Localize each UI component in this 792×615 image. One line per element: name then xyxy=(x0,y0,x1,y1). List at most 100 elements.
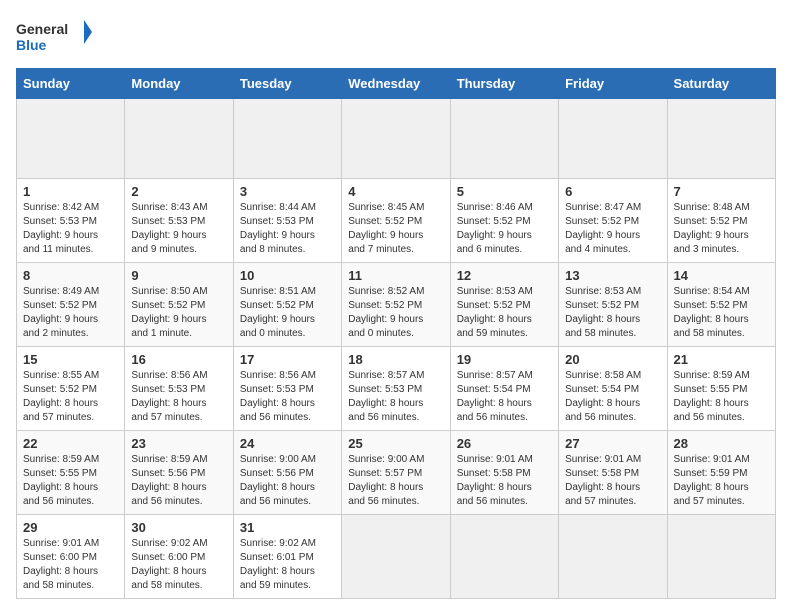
col-saturday: Saturday xyxy=(667,69,775,99)
calendar-cell: 15Sunrise: 8:55 AM Sunset: 5:52 PM Dayli… xyxy=(17,347,125,431)
col-wednesday: Wednesday xyxy=(342,69,450,99)
calendar-cell: 3 Sunrise: 8:44 AM Sunset: 5:53 PM Daylig… xyxy=(233,179,341,263)
col-tuesday: Tuesday xyxy=(233,69,341,99)
calendar-cell: 26 Sunrise: 9:01 AM Sunset: 5:58 PM Dayli… xyxy=(450,431,558,515)
calendar-cell: 18 Sunrise: 8:57 AM Sunset: 5:53 PM Dayli… xyxy=(342,347,450,431)
col-monday: Monday xyxy=(125,69,233,99)
calendar-cell xyxy=(450,99,558,179)
calendar-cell xyxy=(667,515,775,599)
calendar-cell xyxy=(233,99,341,179)
calendar-cell xyxy=(125,99,233,179)
day-number: 7 xyxy=(674,184,769,199)
day-info: Sunrise: 8:47 AM Sunset: 5:52 PM Dayligh… xyxy=(565,201,660,257)
calendar-cell: 14Sunrise: 8:54 AM Sunset: 5:52 PM Dayli… xyxy=(667,263,775,347)
day-info: Sunrise: 8:56 AM Sunset: 5:53 PM Dayligh… xyxy=(240,369,335,425)
calendar-week-2: 1 Sunrise: 8:42 AM Sunset: 5:53 PM Daylig… xyxy=(17,179,776,263)
day-info: Sunrise: 8:48 AM Sunset: 5:52 PM Dayligh… xyxy=(674,201,769,257)
calendar-cell xyxy=(559,515,667,599)
day-info: Sunrise: 8:43 AM Sunset: 5:53 PM Dayligh… xyxy=(131,201,226,257)
day-info: Sunrise: 9:00 AM Sunset: 5:56 PM Dayligh… xyxy=(240,453,335,509)
calendar-cell xyxy=(559,99,667,179)
calendar-cell: 30 Sunrise: 9:02 AM Sunset: 6:00 PM Dayli… xyxy=(125,515,233,599)
calendar-cell: 28 Sunrise: 9:01 AM Sunset: 5:59 PM Dayli… xyxy=(667,431,775,515)
col-thursday: Thursday xyxy=(450,69,558,99)
col-friday: Friday xyxy=(559,69,667,99)
day-number: 26 xyxy=(457,436,552,451)
day-info: Sunrise: 8:57 AM Sunset: 5:53 PM Dayligh… xyxy=(348,369,443,425)
day-info: Sunrise: 8:51 AM Sunset: 5:52 PM Dayligh… xyxy=(240,285,335,341)
day-number: 18 xyxy=(348,352,443,367)
day-number: 9 xyxy=(131,268,226,283)
day-info: Sunrise: 9:01 AM Sunset: 5:58 PM Dayligh… xyxy=(457,453,552,509)
calendar-cell: 10 Sunrise: 8:51 AM Sunset: 5:52 PM Dayli… xyxy=(233,263,341,347)
calendar-cell: 27 Sunrise: 9:01 AM Sunset: 5:58 PM Dayli… xyxy=(559,431,667,515)
day-info: Sunrise: 8:53 AM Sunset: 5:52 PM Dayligh… xyxy=(565,285,660,341)
calendar-cell: 17Sunrise: 8:56 AM Sunset: 5:53 PM Dayli… xyxy=(233,347,341,431)
calendar-cell: 21Sunrise: 8:59 AM Sunset: 5:55 PM Dayli… xyxy=(667,347,775,431)
day-number: 28 xyxy=(674,436,769,451)
day-info: Sunrise: 9:01 AM Sunset: 5:58 PM Dayligh… xyxy=(565,453,660,509)
day-number: 1 xyxy=(23,184,118,199)
day-info: Sunrise: 8:59 AM Sunset: 5:55 PM Dayligh… xyxy=(23,453,118,509)
day-number: 3 xyxy=(240,184,335,199)
day-info: Sunrise: 8:57 AM Sunset: 5:54 PM Dayligh… xyxy=(457,369,552,425)
calendar-cell: 20 Sunrise: 8:58 AM Sunset: 5:54 PM Dayli… xyxy=(559,347,667,431)
calendar-cell: 24Sunrise: 9:00 AM Sunset: 5:56 PM Dayli… xyxy=(233,431,341,515)
calendar-cell: 6 Sunrise: 8:47 AM Sunset: 5:52 PM Daylig… xyxy=(559,179,667,263)
logo: General Blue xyxy=(16,16,96,56)
day-number: 20 xyxy=(565,352,660,367)
day-info: Sunrise: 8:50 AM Sunset: 5:52 PM Dayligh… xyxy=(131,285,226,341)
calendar-cell: 22Sunrise: 8:59 AM Sunset: 5:55 PM Dayli… xyxy=(17,431,125,515)
calendar-week-5: 22Sunrise: 8:59 AM Sunset: 5:55 PM Dayli… xyxy=(17,431,776,515)
calendar-table: Sunday Monday Tuesday Wednesday Thursday… xyxy=(16,68,776,599)
header-row: Sunday Monday Tuesday Wednesday Thursday… xyxy=(17,69,776,99)
day-info: Sunrise: 8:54 AM Sunset: 5:52 PM Dayligh… xyxy=(674,285,769,341)
col-sunday: Sunday xyxy=(17,69,125,99)
day-info: Sunrise: 9:01 AM Sunset: 5:59 PM Dayligh… xyxy=(674,453,769,509)
day-number: 25 xyxy=(348,436,443,451)
day-number: 29 xyxy=(23,520,118,535)
day-info: Sunrise: 8:42 AM Sunset: 5:53 PM Dayligh… xyxy=(23,201,118,257)
day-number: 6 xyxy=(565,184,660,199)
calendar-week-1 xyxy=(17,99,776,179)
day-number: 16 xyxy=(131,352,226,367)
logo-svg: General Blue xyxy=(16,16,96,56)
calendar-cell xyxy=(17,99,125,179)
day-number: 10 xyxy=(240,268,335,283)
day-info: Sunrise: 9:02 AM Sunset: 6:00 PM Dayligh… xyxy=(131,537,226,593)
day-info: Sunrise: 8:59 AM Sunset: 5:56 PM Dayligh… xyxy=(131,453,226,509)
calendar-cell: 2 Sunrise: 8:43 AM Sunset: 5:53 PM Daylig… xyxy=(125,179,233,263)
day-number: 15 xyxy=(23,352,118,367)
day-number: 27 xyxy=(565,436,660,451)
day-number: 2 xyxy=(131,184,226,199)
day-number: 19 xyxy=(457,352,552,367)
calendar-cell xyxy=(342,515,450,599)
day-number: 4 xyxy=(348,184,443,199)
calendar-cell: 25 Sunrise: 9:00 AM Sunset: 5:57 PM Dayli… xyxy=(342,431,450,515)
day-info: Sunrise: 9:02 AM Sunset: 6:01 PM Dayligh… xyxy=(240,537,335,593)
calendar-week-6: 29Sunrise: 9:01 AM Sunset: 6:00 PM Dayli… xyxy=(17,515,776,599)
day-info: Sunrise: 9:00 AM Sunset: 5:57 PM Dayligh… xyxy=(348,453,443,509)
day-number: 11 xyxy=(348,268,443,283)
calendar-cell: 29Sunrise: 9:01 AM Sunset: 6:00 PM Dayli… xyxy=(17,515,125,599)
day-info: Sunrise: 8:44 AM Sunset: 5:53 PM Dayligh… xyxy=(240,201,335,257)
day-info: Sunrise: 8:46 AM Sunset: 5:52 PM Dayligh… xyxy=(457,201,552,257)
calendar-cell: 31Sunrise: 9:02 AM Sunset: 6:01 PM Dayli… xyxy=(233,515,341,599)
calendar-cell: 16 Sunrise: 8:56 AM Sunset: 5:53 PM Dayli… xyxy=(125,347,233,431)
calendar-week-4: 15Sunrise: 8:55 AM Sunset: 5:52 PM Dayli… xyxy=(17,347,776,431)
calendar-cell xyxy=(667,99,775,179)
svg-text:General: General xyxy=(16,21,68,37)
day-info: Sunrise: 8:53 AM Sunset: 5:52 PM Dayligh… xyxy=(457,285,552,341)
day-info: Sunrise: 8:52 AM Sunset: 5:52 PM Dayligh… xyxy=(348,285,443,341)
calendar-cell: 9 Sunrise: 8:50 AM Sunset: 5:52 PM Daylig… xyxy=(125,263,233,347)
day-number: 23 xyxy=(131,436,226,451)
day-info: Sunrise: 8:58 AM Sunset: 5:54 PM Dayligh… xyxy=(565,369,660,425)
day-number: 12 xyxy=(457,268,552,283)
day-info: Sunrise: 8:56 AM Sunset: 5:53 PM Dayligh… xyxy=(131,369,226,425)
calendar-cell: 11 Sunrise: 8:52 AM Sunset: 5:52 PM Dayli… xyxy=(342,263,450,347)
calendar-cell: 23 Sunrise: 8:59 AM Sunset: 5:56 PM Dayli… xyxy=(125,431,233,515)
calendar-cell: 13Sunrise: 8:53 AM Sunset: 5:52 PM Dayli… xyxy=(559,263,667,347)
day-number: 30 xyxy=(131,520,226,535)
calendar-cell: 1 Sunrise: 8:42 AM Sunset: 5:53 PM Daylig… xyxy=(17,179,125,263)
calendar-cell xyxy=(450,515,558,599)
